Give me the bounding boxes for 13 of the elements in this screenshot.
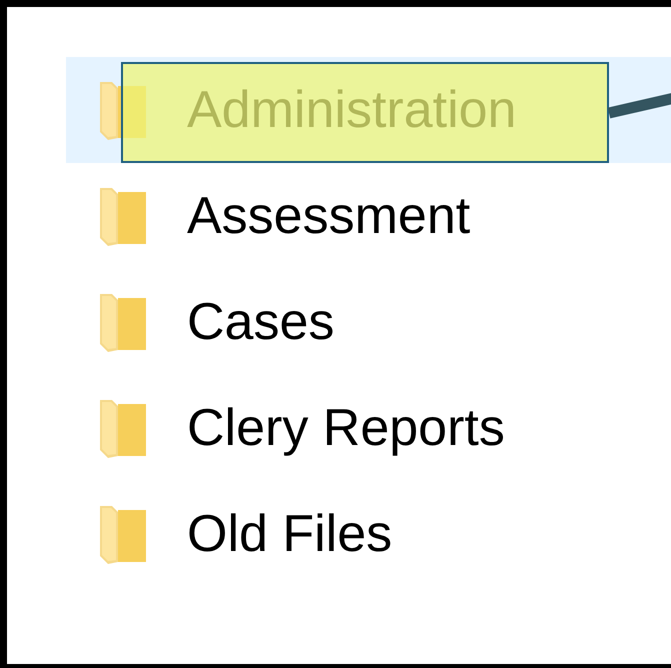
folder-name: Old Files: [187, 504, 392, 564]
folder-name: Clery Reports: [187, 398, 505, 458]
folder-row[interactable]: Clery Reports: [66, 375, 671, 481]
folder-row[interactable]: Assessment: [66, 163, 671, 269]
folder-name: Assessment: [187, 186, 470, 246]
folder-row[interactable]: Cases: [66, 269, 671, 375]
folder-icon: [100, 398, 146, 458]
folder-row[interactable]: Old Files: [66, 481, 671, 587]
folder-name: Administration: [187, 80, 516, 140]
folder-name: Cases: [187, 292, 334, 352]
folder-icon: [100, 504, 146, 564]
folder-icon: [100, 186, 146, 246]
folder-icon: [100, 292, 146, 352]
